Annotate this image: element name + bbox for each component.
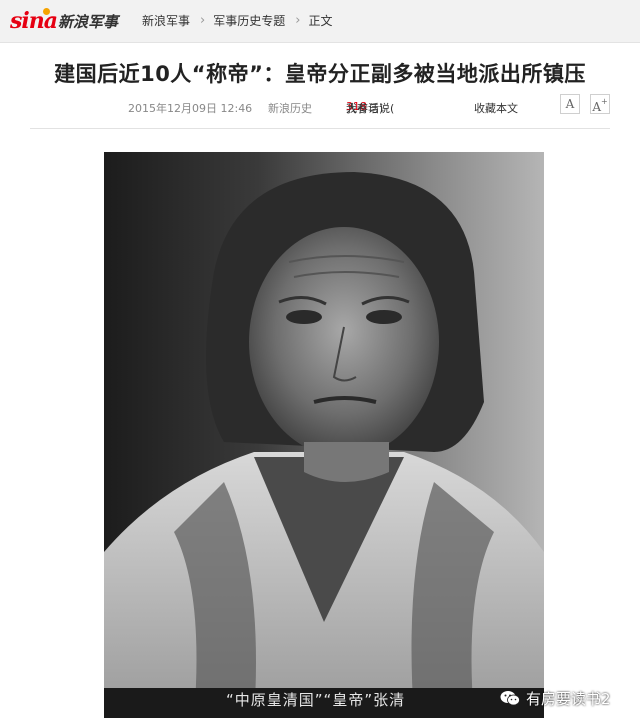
font-increase-plus: + [600,97,608,106]
wechat-watermark: 有房要读书2 [500,688,611,708]
chevron-right-icon: › [200,13,206,28]
font-decrease-button[interactable]: A [560,94,580,114]
font-increase-label: A [592,100,601,114]
article-photo: “中原皇清国”“皇帝”张清 [104,152,544,718]
watermark-text: 有房要读书2 [526,689,611,708]
comment-suffix: 人参与) [346,102,384,115]
sina-logo[interactable]: sina 新浪军事 [10,7,119,34]
article-title: 建国后近10人“称帝”：皇帝分正副多被当地派出所镇压 [54,62,586,86]
logo-channel-name: 新浪军事 [58,12,119,31]
logo-eye-dot [43,7,50,15]
publish-date: 2015年12月09日 12:46 [128,102,253,115]
breadcrumb: 新浪军事 › 军事历史专题 › 正文 [142,12,332,29]
top-bar: sina 新浪军事 新浪军事 › 军事历史专题 › 正文 [0,0,640,43]
wechat-icon [500,690,520,706]
font-decrease-label: A [565,97,575,111]
breadcrumb-home[interactable]: 新浪军事 [142,12,190,29]
chevron-right-icon: › [295,13,301,28]
photo-caption: “中原皇清国”“皇帝”张清 [226,691,406,709]
font-increase-button[interactable]: A+ [590,94,610,114]
favorite-link[interactable]: 收藏本文 [474,100,518,116]
breadcrumb-section[interactable]: 军事历史专题 [213,12,285,29]
article-meta: 2015年12月09日 12:46 新浪历史 我有话说(318 人参与) 收藏本文 [0,100,640,116]
breadcrumb-current: 正文 [308,14,333,28]
header-divider [30,128,610,129]
article-source[interactable]: 新浪历史 [268,100,312,116]
portrait-image [104,152,544,718]
